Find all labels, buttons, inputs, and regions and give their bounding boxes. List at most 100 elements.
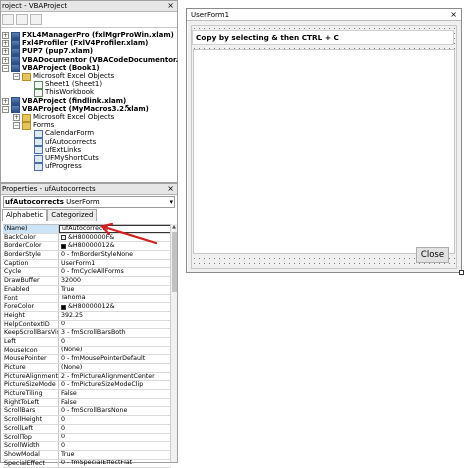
property-name: ShowModal (3, 450, 59, 459)
project-explorer-titlebar: roject - VBAProject × (1, 1, 177, 12)
property-value[interactable]: True (59, 286, 171, 294)
property-row[interactable]: PictureSizeMode 0 - fmPictureSizeModeClip (3, 381, 171, 391)
property-name: Caption (3, 259, 59, 268)
chevron-down-icon[interactable]: ▾ (169, 197, 173, 207)
property-value[interactable]: 3 - fmScrollBarsBoth (59, 329, 171, 337)
close-button[interactable]: Close (416, 247, 449, 263)
property-name: Enabled (3, 285, 59, 294)
property-row[interactable]: PictureAlignment 2 - fmPictureAlignmentCe… (3, 372, 171, 382)
annotation-arrow-icon (100, 222, 158, 245)
toggle-folders-button[interactable] (30, 14, 42, 25)
collapse-icon[interactable]: − (2, 64, 9, 72)
property-value[interactable]: 0 (59, 425, 171, 433)
tree-item[interactable]: ufProgress (25, 161, 82, 172)
close-icon[interactable]: × (450, 9, 457, 21)
property-value-text: 0 (61, 320, 66, 328)
property-value[interactable]: 0 (59, 321, 171, 329)
tab-categorized[interactable]: Categorized (47, 209, 98, 221)
property-row[interactable]: HelpContextID 0 (3, 320, 171, 330)
property-row[interactable]: ScrollHeight 0 (3, 416, 171, 425)
resize-handle[interactable] (459, 270, 464, 275)
property-row[interactable]: Font Tahoma (3, 294, 171, 304)
property-value[interactable]: Tahoma (59, 295, 171, 303)
property-row[interactable]: MousePointer 0 - fmMousePointerDefault (3, 355, 171, 364)
property-row[interactable]: ScrollBars 0 - fmScrollBarsNone (3, 407, 171, 417)
property-value-text: 0 (61, 416, 66, 423)
property-value[interactable]: False (59, 399, 171, 407)
property-value[interactable]: 0 - fmScrollBarsNone (59, 407, 171, 415)
collapse-icon[interactable]: − (2, 105, 9, 113)
property-value[interactable]: 0 - fmMousePointerDefault (59, 355, 171, 363)
property-name: Left (3, 337, 59, 346)
autocorrects-textbox[interactable] (193, 49, 455, 254)
property-value[interactable]: 0 (59, 338, 171, 346)
property-value[interactable]: 392.25 (59, 312, 171, 320)
property-value[interactable]: 0 (59, 434, 171, 442)
property-value[interactable]: 0 (59, 416, 171, 424)
property-value[interactable]: 2 - fmPictureAlignmentCenter (59, 373, 171, 381)
property-value-text: (None) (61, 364, 83, 371)
property-row[interactable]: MouseIcon (None) (3, 346, 171, 356)
property-value[interactable]: 0 - fmCycleAllForms (59, 268, 171, 276)
property-value-text: True (61, 450, 75, 458)
property-value[interactable]: 0 - fmPictureSizeModeClip (59, 381, 171, 389)
property-row[interactable]: RightToLeft False (3, 398, 171, 408)
property-value-text: 0 - fmScrollBarsNone (61, 407, 128, 415)
close-icon[interactable]: × (167, 184, 174, 194)
view-object-button[interactable] (16, 14, 28, 25)
collapse-icon[interactable]: − (13, 122, 20, 130)
property-name: ScrollTop (3, 433, 59, 442)
properties-title: Properties - ufAutocorrects (2, 185, 96, 193)
tab-alphabetic[interactable]: Alphabetic (2, 209, 48, 221)
property-row[interactable]: Enabled True (3, 285, 171, 295)
property-value[interactable]: 0 - fmSpecialEffectFlat (59, 460, 171, 468)
mouse-pointer-icon: ↖ (124, 103, 133, 114)
instruction-label[interactable]: Copy by selecting & then CTRL + C (192, 30, 454, 45)
property-value[interactable]: False (59, 390, 171, 398)
property-row[interactable]: BorderStyle 0 - fmBorderStyleNone (3, 251, 171, 260)
property-row[interactable]: Picture (None) (3, 364, 171, 373)
property-row[interactable]: ForeColor &H80000012& (3, 303, 171, 312)
property-row[interactable]: SpecialEffect 0 - fmSpecialEffectFlat (3, 459, 171, 468)
property-value-text: True (61, 285, 75, 293)
property-row[interactable]: ScrollLeft 0 (3, 424, 171, 434)
property-row[interactable]: ScrollWidth 0 (3, 442, 171, 451)
close-icon[interactable]: × (167, 1, 174, 11)
property-value-text: &H80000012& (68, 303, 115, 311)
property-row[interactable]: PictureTiling False (3, 390, 171, 399)
property-row[interactable]: Caption UserForm1 (3, 259, 171, 269)
property-value-text: (None) (61, 346, 83, 354)
property-name: ScrollWidth (3, 442, 59, 450)
property-value[interactable]: (None) (59, 347, 171, 355)
property-row[interactable]: Height 392.25 (3, 311, 171, 321)
object-selector[interactable]: ufAutocorrects UserForm ▾ (3, 196, 175, 208)
property-value[interactable]: (None) (59, 364, 171, 372)
property-value[interactable]: UserForm1 (59, 260, 171, 268)
scroll-up-icon[interactable]: ▲ (171, 224, 177, 231)
property-value-text: False (61, 398, 77, 406)
property-row[interactable]: ShowModal True (3, 450, 171, 460)
userform-title: UserForm1 (191, 11, 230, 19)
userform-window[interactable]: UserForm1 × Copy by selecting & then CTR… (186, 8, 464, 275)
property-value[interactable]: 32000 (59, 277, 171, 285)
property-name: Cycle (3, 268, 59, 277)
collapse-icon[interactable]: − (13, 73, 20, 80)
property-value-text: 0 (61, 337, 66, 345)
property-name: BorderColor (3, 242, 59, 251)
form-icon (34, 162, 43, 171)
property-value[interactable]: &H80000012& (59, 303, 171, 311)
property-value[interactable]: 0 - fmBorderStyleNone (59, 251, 171, 259)
property-value[interactable]: 0 (59, 442, 171, 450)
view-code-button[interactable] (2, 14, 14, 25)
property-row[interactable]: Cycle 0 - fmCycleAllForms (3, 268, 171, 278)
properties-scrollbar[interactable]: ▲ (170, 224, 177, 462)
property-value-text: False (61, 390, 77, 397)
scrollbar-thumb[interactable] (172, 232, 177, 292)
property-row[interactable]: DrawBuffer 32000 (3, 277, 171, 286)
property-value-text: 0 - fmCycleAllForms (61, 268, 124, 276)
property-row[interactable]: KeepScrollBarsVisible3 - fmScrollBarsBot… (3, 329, 171, 338)
property-row[interactable]: ScrollTop 0 (3, 433, 171, 443)
property-row[interactable]: Left 0 (3, 337, 171, 347)
project-explorer-pane: roject - VBAProject × + FXL4ManagerPro (f… (0, 0, 200, 183)
property-value[interactable]: True (59, 451, 171, 459)
